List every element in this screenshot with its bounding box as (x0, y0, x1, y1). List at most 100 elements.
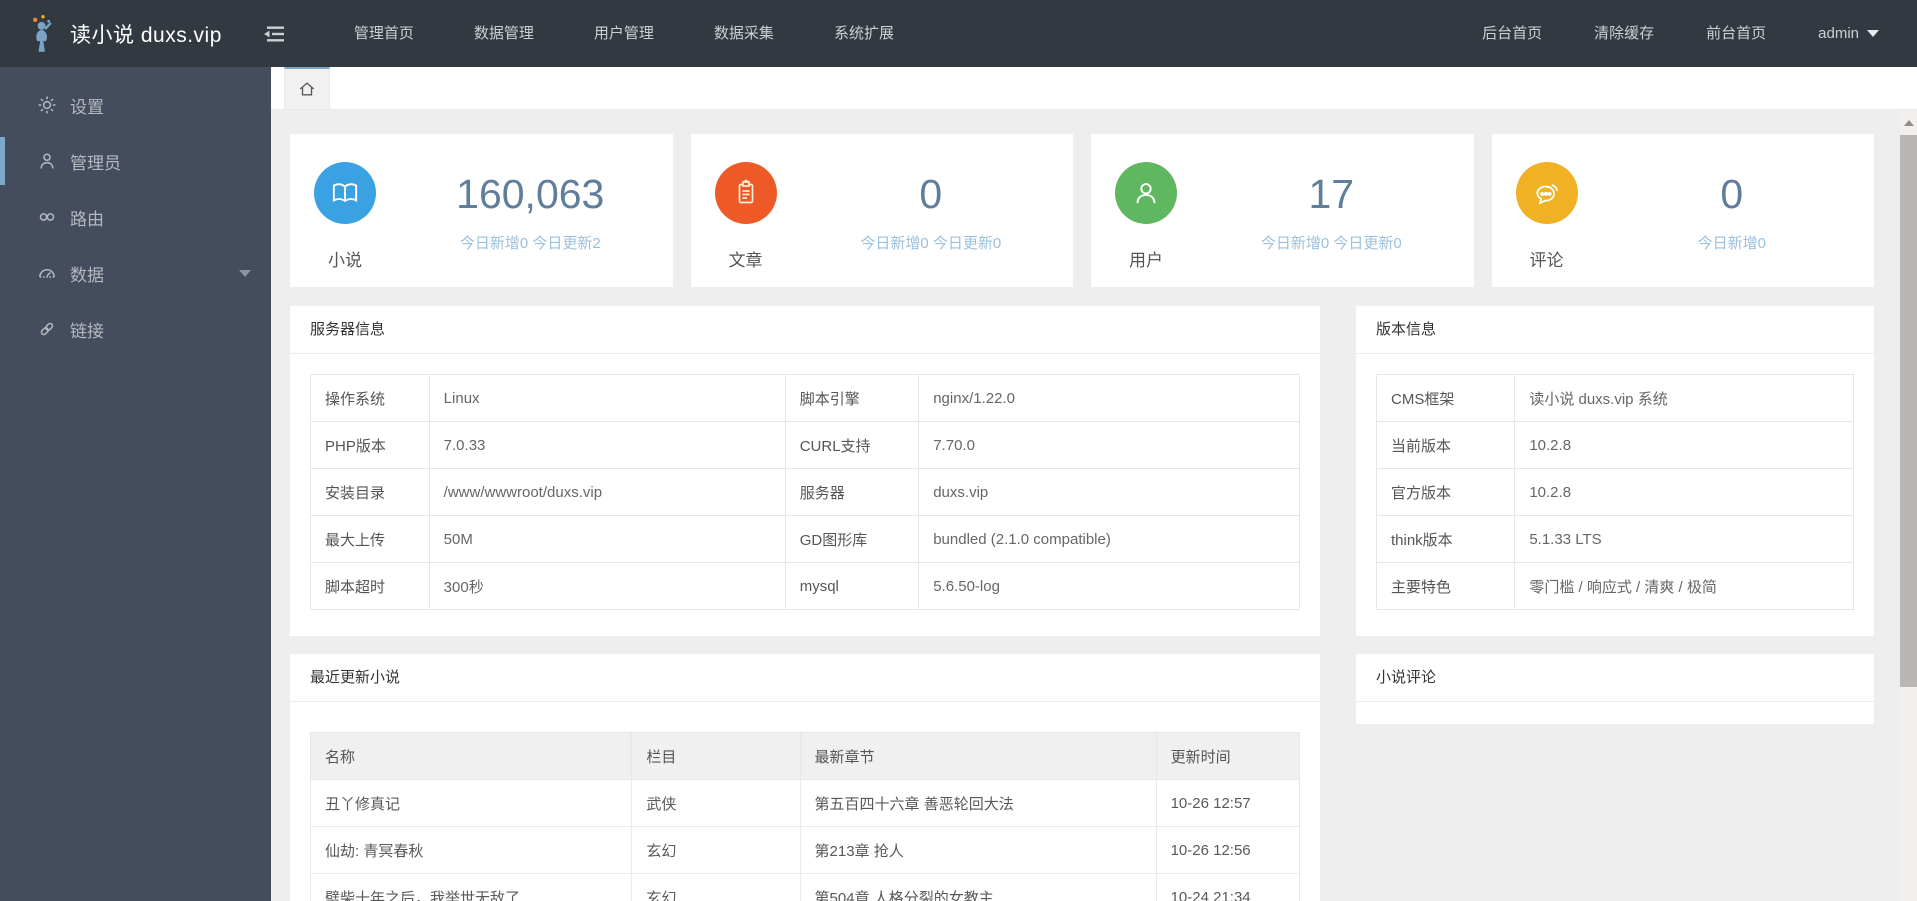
sidebar-item-data[interactable]: 数据 (0, 249, 271, 297)
stat-value: 17 (1308, 171, 1355, 217)
table-row: 最大上传 50M GD图形库 bundled (2.1.0 compatible) (310, 515, 1300, 563)
scrollbar-thumb[interactable] (1900, 135, 1917, 687)
scroll-up-arrow-icon[interactable] (1900, 110, 1917, 135)
nav-item-data-management[interactable]: 数据管理 (444, 0, 564, 67)
sidebar-item-label: 数据 (70, 265, 104, 285)
sidebar-toggle-icon[interactable] (263, 25, 286, 43)
table-row: 主要特色 零门槛 / 响应式 / 清爽 / 极简 (1375, 562, 1854, 610)
version-info-table: CMS框架 读小说 duxs.vip 系统 当前版本 10.2.8 官方版本 10.2… (1375, 374, 1854, 610)
stat-label: 文章 (728, 251, 763, 270)
navbar-right-menu: 后台首页 清除缓存 前台首页 admin (1456, 0, 1917, 67)
admin-user-icon (36, 150, 58, 172)
book-icon (314, 162, 376, 224)
table-header-row: 名称 栏目 最新章节 更新时间 (309, 732, 1301, 780)
nav-item-admin-home[interactable]: 管理首页 (324, 0, 444, 67)
table-row: 仙劫: 青冥春秋 玄幻 第213章 抢人 10-26 12:56 (309, 826, 1301, 874)
brand[interactable]: 读小说 duxs.vip (0, 14, 222, 54)
recent-novels-panel: 最近更新小说 名称 栏目 最新章节 更新时间 丑丫修真记 武侠 第五百四十六章 (290, 654, 1320, 901)
tab-home[interactable] (284, 67, 330, 109)
server-info-panel: 服务器信息 操作系统 Linux 脚本引擎 nginx/1.22.0 PHP版本 7.… (290, 306, 1320, 636)
novel-category: 玄幻 (631, 826, 801, 874)
comments-icon (1515, 162, 1578, 224)
sidebar-item-settings[interactable]: 设置 (0, 81, 271, 129)
table-row: 操作系统 Linux 脚本引擎 nginx/1.22.0 (310, 374, 1300, 422)
user-menu[interactable]: admin (1792, 0, 1917, 67)
stat-subtext: 今日新增0 今日更新0 (1260, 235, 1402, 252)
table-row: CMS框架 读小说 duxs.vip 系统 (1375, 374, 1854, 422)
nav-item-data-collection[interactable]: 数据采集 (684, 0, 804, 67)
sidebar-item-links[interactable]: 链接 (0, 305, 271, 353)
chevron-down-icon (239, 269, 251, 277)
novel-update-time: 10-26 12:56 (1155, 826, 1301, 874)
stat-label: 用户 (1129, 251, 1163, 270)
stat-subtext: 今日新增0 (1697, 235, 1766, 252)
main-content: 160,063 今日新增0 今日更新2 小说 0 今日新增0 今日更新0 文章 (271, 110, 1917, 901)
username: admin (1818, 25, 1859, 42)
sidebar: 设置 管理员 路由 数据 链接 (0, 67, 271, 901)
link-icon (36, 318, 58, 340)
stat-value: 0 (1720, 171, 1744, 217)
server-info-table: 操作系统 Linux 脚本引擎 nginx/1.22.0 PHP版本 7.0.33 C… (310, 374, 1300, 610)
stat-card-novels: 160,063 今日新增0 今日更新2 小说 (290, 134, 673, 287)
table-row: think版本 5.1.33 LTS (1375, 515, 1854, 563)
table-row: 脚本超时 300秒 mysql 5.6.50-log (310, 562, 1300, 610)
sidebar-item-label: 链接 (70, 321, 104, 341)
stat-label: 评论 (1529, 251, 1564, 270)
nav-item-clear-cache[interactable]: 清除缓存 (1568, 0, 1680, 67)
novel-update-time: 10-26 12:57 (1155, 779, 1301, 827)
dashboard-icon (36, 262, 58, 284)
nav-item-system-extension[interactable]: 系统扩展 (804, 0, 924, 67)
novel-latest-chapter[interactable]: 第504章 人格分裂的女教主 (799, 873, 1157, 901)
panel-title: 服务器信息 (290, 306, 1320, 354)
stat-card-articles: 0 今日新增0 今日更新0 文章 (690, 134, 1073, 287)
sidebar-item-label: 设置 (70, 97, 104, 117)
novel-name[interactable]: 仙劫: 青冥春秋 (309, 826, 633, 874)
chevron-down-icon (1867, 30, 1879, 37)
novel-name[interactable]: 丑丫修真记 (309, 779, 633, 827)
recent-novels-table: 名称 栏目 最新章节 更新时间 丑丫修真记 武侠 第五百四十六章 善恶轮回大法 … (309, 732, 1301, 901)
novel-latest-chapter[interactable]: 第五百四十六章 善恶轮回大法 (799, 779, 1157, 827)
novel-name[interactable]: 劈柴十年之后，我举世无敌了 (309, 873, 633, 901)
tab-bar (271, 67, 1917, 110)
novel-category: 玄幻 (631, 873, 801, 901)
stat-cards-row: 160,063 今日新增0 今日更新2 小说 0 今日新增0 今日更新0 文章 (290, 134, 1874, 287)
nav-item-backend-home[interactable]: 后台首页 (1456, 0, 1568, 67)
table-row: PHP版本 7.0.33 CURL支持 7.70.0 (310, 421, 1300, 469)
novel-latest-chapter[interactable]: 第213章 抢人 (799, 826, 1157, 874)
table-row: 当前版本 10.2.8 (1375, 421, 1854, 469)
sidebar-item-label: 管理员 (70, 153, 121, 173)
sidebar-item-admin[interactable]: 管理员 (0, 137, 271, 185)
table-row: 丑丫修真记 武侠 第五百四十六章 善恶轮回大法 10-26 12:57 (309, 779, 1301, 827)
sidebar-item-label: 路由 (70, 209, 104, 229)
table-row: 官方版本 10.2.8 (1375, 468, 1854, 516)
nav-item-user-management[interactable]: 用户管理 (564, 0, 684, 67)
article-icon (714, 162, 777, 224)
route-icon (36, 206, 58, 228)
stat-card-users: 17 今日新增0 今日更新0 用户 (1091, 134, 1474, 287)
panel-title: 版本信息 (1356, 306, 1874, 354)
home-icon (299, 82, 315, 96)
stat-label: 小说 (328, 251, 362, 270)
version-info-panel: 版本信息 CMS框架 读小说 duxs.vip 系统 当前版本 10.2.8 官方版… (1356, 306, 1874, 636)
main-menu: 管理首页 数据管理 用户管理 数据采集 系统扩展 (324, 0, 924, 67)
table-row: 安装目录/www/wwwroot/duxs.vip 服务器 duxs.vip (310, 468, 1300, 516)
stat-subtext: 今日新增0 今日更新0 (860, 235, 1002, 252)
gear-icon (36, 94, 58, 116)
sidebar-item-route[interactable]: 路由 (0, 193, 271, 241)
novel-comments-panel: 小说评论 (1356, 654, 1874, 724)
user-icon (1115, 162, 1177, 224)
stat-value: 160,063 (456, 171, 605, 217)
panel-title: 最近更新小说 (290, 654, 1320, 702)
stat-value: 0 (919, 171, 943, 217)
novel-category: 武侠 (631, 779, 801, 827)
stat-card-comments: 0 今日新增0 评论 (1491, 134, 1874, 287)
nav-item-frontend-home[interactable]: 前台首页 (1680, 0, 1792, 67)
app-logo-icon (32, 14, 52, 52)
panel-title: 小说评论 (1356, 654, 1874, 702)
table-row: 劈柴十年之后，我举世无敌了 玄幻 第504章 人格分裂的女教主 10-24 21… (309, 873, 1301, 901)
top-navbar: 读小说 duxs.vip 管理首页 数据管理 用户管理 数据采集 系统扩展 后台… (0, 0, 1917, 67)
brand-title: 读小说 duxs.vip (70, 23, 222, 47)
stat-subtext: 今日新增0 今日更新2 (459, 235, 601, 252)
vertical-scrollbar[interactable] (1900, 110, 1917, 901)
novel-update-time: 10-24 21:34 (1155, 873, 1301, 901)
